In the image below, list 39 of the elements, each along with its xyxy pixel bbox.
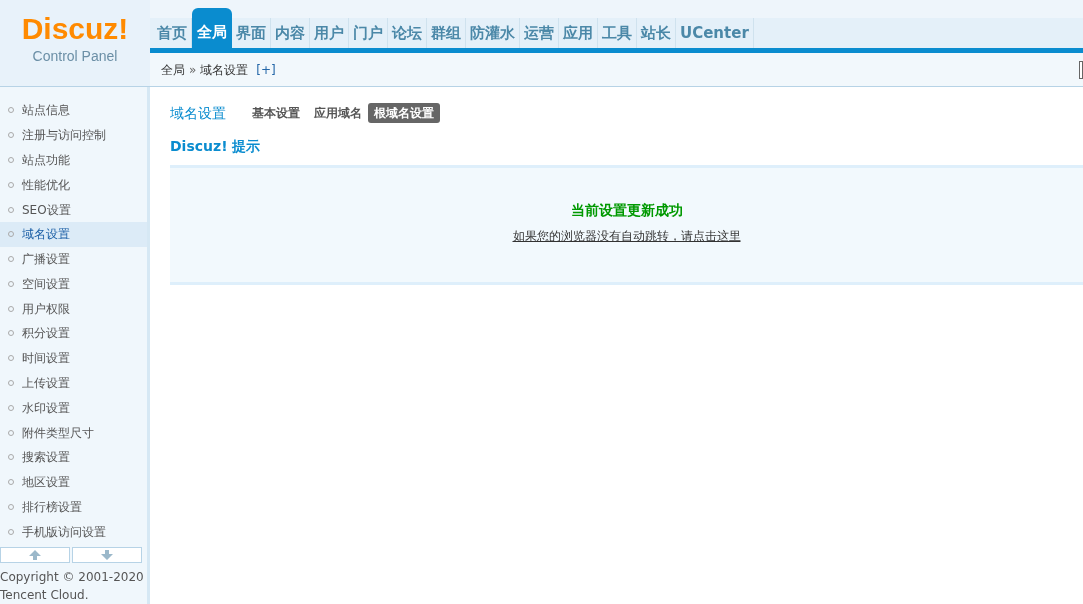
- sidebar-item[interactable]: 地区设置: [0, 469, 147, 495]
- add-link[interactable]: [+]: [256, 60, 276, 79]
- nav-tab[interactable]: 全局: [192, 8, 232, 48]
- sub-tab[interactable]: 根域名设置: [368, 103, 440, 123]
- redirect-link[interactable]: 如果您的浏览器没有自动跳转，请点击这里: [512, 227, 741, 245]
- sidebar-item[interactable]: 空间设置: [0, 271, 147, 297]
- copyright-text: Tencent Cloud.: [0, 587, 90, 604]
- success-message: 当前设置更新成功: [570, 201, 683, 220]
- sidebar-item[interactable]: SEO设置: [0, 197, 147, 222]
- breadcrumb-link[interactable]: 全局: [161, 60, 185, 79]
- breadcrumb-separator: »: [189, 61, 197, 79]
- logo-subtitle: Control Panel: [32, 47, 118, 66]
- down-arrow-icon: [101, 550, 113, 561]
- page-title: 域名设置: [170, 103, 226, 123]
- sub-tab[interactable]: 应用域名: [308, 103, 368, 123]
- sidebar-item[interactable]: 站点功能: [0, 147, 147, 173]
- logo-text: Discuz!: [21, 12, 129, 46]
- sidebar-item[interactable]: 广播设置: [0, 246, 147, 272]
- sidebar-item[interactable]: 手机版访问设置: [0, 519, 147, 545]
- copyright-text: Copyright © 2001-2020: [0, 569, 145, 587]
- sidebar-item[interactable]: 排行榜设置: [0, 494, 147, 520]
- sidebar-item[interactable]: 搜索设置: [0, 444, 147, 470]
- sidebar-item[interactable]: 性能优化: [0, 172, 147, 198]
- sidebar-item[interactable]: 时间设置: [0, 345, 147, 371]
- sub-tab[interactable]: 基本设置: [246, 103, 306, 123]
- breadcrumb-current: 域名设置: [200, 61, 249, 79]
- sidebar-item[interactable]: 附件类型尺寸: [0, 420, 147, 445]
- sidebar-item[interactable]: 用户权限: [0, 296, 147, 322]
- scroll-down-button[interactable]: [72, 547, 142, 564]
- sidebar-item[interactable]: 站点信息: [0, 98, 147, 123]
- sidebar-item[interactable]: 积分设置: [0, 321, 147, 346]
- sidebar-item[interactable]: 注册与访问控制: [0, 122, 147, 148]
- scroll-up-button[interactable]: [0, 547, 70, 564]
- sidebar-item[interactable]: 水印设置: [0, 395, 147, 421]
- search-field[interactable]: [1079, 60, 1083, 79]
- up-arrow-icon: [29, 550, 41, 561]
- sidebar-item[interactable]: 上传设置: [0, 370, 147, 396]
- sidebar-item[interactable]: 域名设置: [0, 221, 147, 247]
- tip-title: Discuz! 提示: [170, 137, 262, 156]
